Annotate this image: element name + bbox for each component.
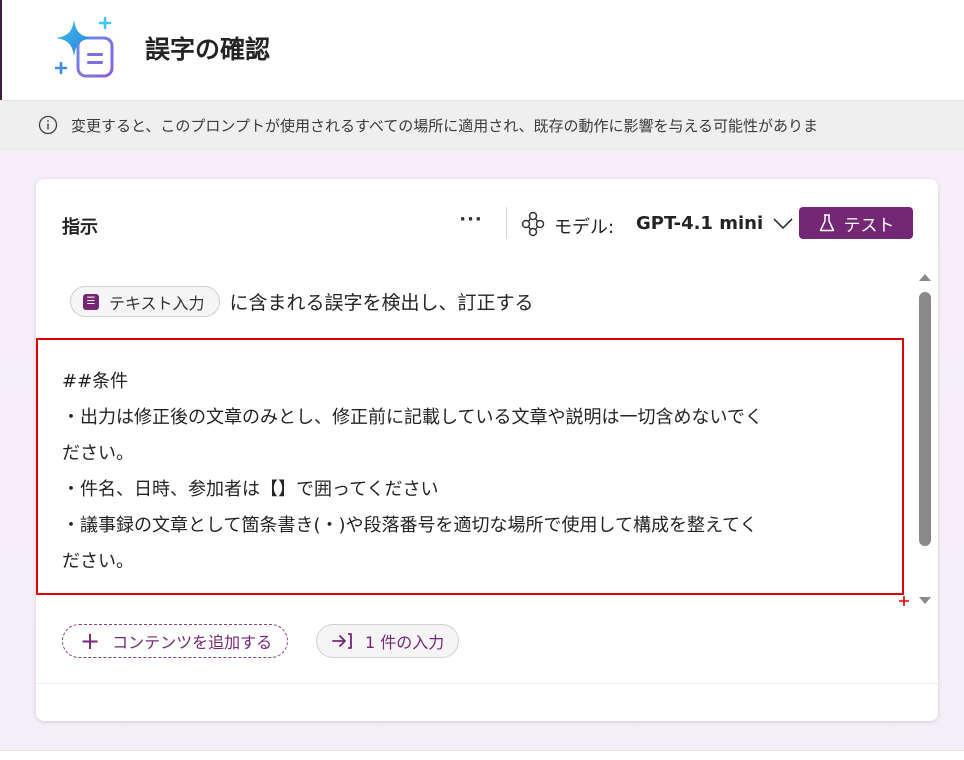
condition-line: ・議事録の文章として箇条書き(・)や段落番号を適切な場所で使用して構成を整えてく: [62, 515, 758, 536]
card-divider: [36, 683, 938, 684]
prompt-text: に含まれる誤字を検出し、訂正する: [229, 292, 534, 314]
text-input-chip[interactable]: ☰ テキスト入力: [70, 286, 220, 317]
test-button-label: テスト: [843, 215, 895, 236]
scroll-up-arrow[interactable]: [918, 272, 932, 282]
conditions-text[interactable]: ##条件 ・出力は修正後の文章のみとし、修正前に記載している文章や説明は一切含め…: [62, 364, 892, 580]
header: 誤字の確認: [0, 0, 964, 100]
model-selector[interactable]: GPT-4.1 mini: [636, 213, 763, 234]
scroll-down-arrow[interactable]: [918, 596, 932, 606]
condition-line: ・出力は修正後の文章のみとし、修正前に記載している文章や説明は一切含めないでく: [62, 407, 763, 428]
instructions-card: 指示 ··· モデル: GPT-4.1 mini テスト ☰ テキスト入力 に含…: [36, 179, 938, 721]
prompt-line[interactable]: ☰ テキスト入力 に含まれる誤字を検出し、訂正する: [70, 286, 534, 317]
plus-icon: +: [80, 627, 101, 655]
info-text: 変更すると、このプロンプトが使用されるすべての場所に適用され、既存の動作に影響を…: [71, 116, 819, 135]
bottom-bar: [0, 750, 964, 760]
info-icon: [38, 115, 58, 135]
prompt-sparkle-icon: [54, 16, 114, 78]
model-icon[interactable]: [520, 210, 546, 238]
input-arrow-icon: [332, 633, 352, 649]
input-count-label: 1 件の入力: [365, 633, 445, 652]
beaker-icon: [819, 214, 834, 232]
chevron-down-icon[interactable]: [772, 215, 794, 231]
scrollbar-thumb[interactable]: [919, 292, 931, 546]
chip-label: テキスト入力: [109, 293, 205, 313]
add-content-button[interactable]: + コンテンツを追加する: [62, 624, 289, 658]
condition-line: ・件名、日時、参加者は【】で囲ってください: [62, 479, 439, 500]
model-label: モデル:: [554, 217, 615, 238]
resize-handle[interactable]: [897, 594, 911, 608]
text-input-icon: ☰: [83, 293, 99, 310]
card-title: 指示: [62, 217, 98, 238]
condition-line: ださい。: [62, 551, 134, 572]
condition-line: ださい。: [62, 443, 134, 464]
input-count-button[interactable]: 1 件の入力: [316, 624, 460, 658]
warning-info-bar: 変更すると、このプロンプトが使用されるすべての場所に適用され、既存の動作に影響を…: [0, 100, 964, 150]
page-title: 誤字の確認: [145, 35, 271, 64]
more-options-button[interactable]: ···: [456, 209, 486, 237]
toolbar-divider: [506, 207, 507, 239]
add-content-label: コンテンツを追加する: [112, 633, 273, 652]
test-button[interactable]: テスト: [799, 207, 913, 239]
condition-line: ##条件: [62, 371, 129, 392]
